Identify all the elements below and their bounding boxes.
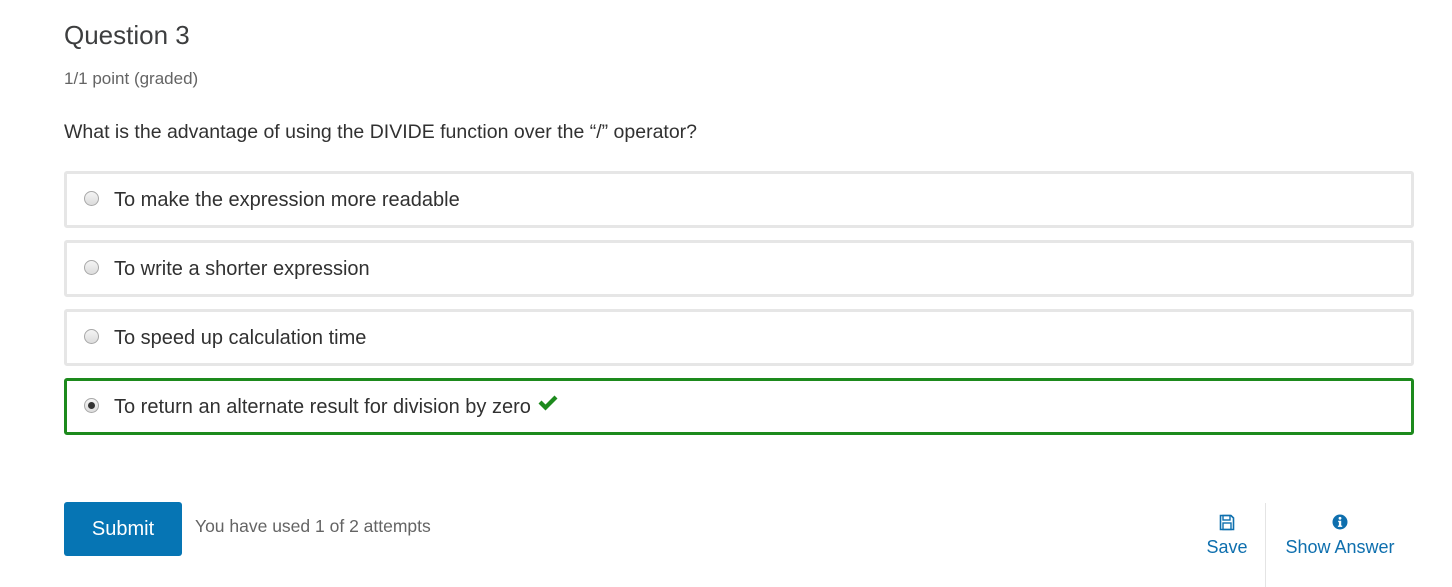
radio-button-selected[interactable] bbox=[84, 398, 99, 413]
checkmark-icon bbox=[537, 393, 559, 419]
choice-label: To write a shorter expression bbox=[114, 258, 370, 280]
choice-option-4[interactable]: To return an alternate result for divisi… bbox=[64, 378, 1414, 435]
radio-button[interactable] bbox=[84, 329, 99, 344]
choice-label: To speed up calculation time bbox=[114, 327, 367, 349]
save-button[interactable]: Save bbox=[1192, 514, 1262, 558]
question-prompt: What is the advantage of using the DIVID… bbox=[64, 121, 698, 143]
save-label: Save bbox=[1206, 537, 1248, 557]
choice-option-1[interactable]: To make the expression more readable bbox=[64, 171, 1414, 228]
attempts-text: You have used 1 of 2 attempts bbox=[195, 516, 431, 536]
show-answer-button[interactable]: Show Answer bbox=[1279, 514, 1401, 558]
problem-container: Question 3 1/1 point (graded) What is th… bbox=[64, 0, 1414, 587]
question-points: 1/1 point (graded) bbox=[64, 69, 199, 88]
save-icon bbox=[1192, 514, 1262, 532]
submit-button[interactable]: Submit bbox=[64, 502, 182, 556]
info-icon bbox=[1279, 514, 1401, 532]
show-answer-label: Show Answer bbox=[1285, 537, 1395, 557]
choice-label: To return an alternate result for divisi… bbox=[114, 396, 531, 418]
choice-label-wrapper: To return an alternate result for divisi… bbox=[114, 394, 559, 420]
choice-option-3[interactable]: To speed up calculation time bbox=[64, 309, 1414, 366]
radio-button[interactable] bbox=[84, 260, 99, 275]
radio-button[interactable] bbox=[84, 191, 99, 206]
choice-label: To make the expression more readable bbox=[114, 189, 460, 211]
choice-list: To make the expression more readable To … bbox=[64, 171, 1414, 447]
question-title: Question 3 bbox=[64, 20, 190, 50]
action-divider bbox=[1265, 503, 1266, 587]
choice-option-2[interactable]: To write a shorter expression bbox=[64, 240, 1414, 297]
